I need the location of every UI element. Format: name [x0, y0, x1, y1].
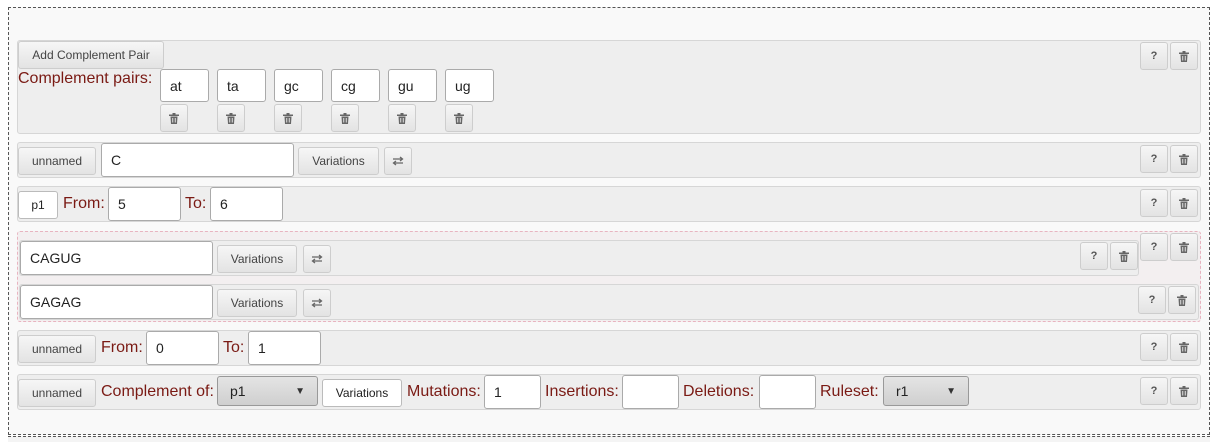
variations-button[interactable]: Variations [217, 245, 297, 273]
help-button[interactable]: ? [1140, 377, 1168, 405]
delete-pair-button[interactable] [331, 104, 359, 132]
complement-pair-input[interactable]: gu [388, 69, 437, 102]
ruleset-select[interactable]: r1 ▼ [883, 376, 969, 406]
name-button[interactable]: p1 [18, 191, 58, 219]
swap-button[interactable] [303, 289, 331, 317]
help-button[interactable]: ? [1140, 189, 1168, 217]
trash-icon [1179, 154, 1189, 165]
variations-button[interactable]: Variations [217, 289, 297, 317]
complement-of-value: p1 [230, 383, 246, 399]
trash-icon [169, 113, 179, 124]
swap-button[interactable] [303, 245, 331, 273]
deletions-input[interactable] [759, 375, 816, 409]
delete-pair-button[interactable] [274, 104, 302, 132]
complement-of-label: Complement of: [101, 383, 214, 400]
trash-icon [397, 113, 407, 124]
delete-pair-button[interactable] [388, 104, 416, 132]
mutations-label: Mutations: [407, 383, 481, 400]
trash-icon [283, 113, 293, 124]
complement-of-select[interactable]: p1 ▼ [217, 376, 318, 406]
delete-pair-button[interactable] [160, 104, 188, 132]
delete-row-button[interactable] [1170, 189, 1198, 217]
delete-row-button[interactable] [1170, 333, 1198, 361]
chevron-down-icon: ▼ [946, 385, 956, 397]
complement-pair-input[interactable]: ug [445, 69, 494, 102]
trash-icon [1179, 51, 1189, 62]
delete-group-button[interactable] [1170, 233, 1198, 261]
delete-pair-button[interactable] [217, 104, 245, 132]
delete-row-button[interactable] [1110, 242, 1138, 270]
swap-arrows-icon [311, 254, 323, 264]
to-input[interactable]: 1 [248, 331, 321, 365]
trash-icon [1179, 342, 1189, 353]
complement-pair-input[interactable]: cg [331, 69, 380, 102]
trash-icon [454, 113, 464, 124]
mutations-input[interactable]: 1 [484, 375, 541, 409]
help-button[interactable]: ? [1140, 42, 1168, 70]
add-complement-pair-button[interactable]: Add Complement Pair [18, 41, 164, 69]
swap-arrows-icon [392, 156, 404, 166]
name-button[interactable]: unnamed [18, 147, 96, 175]
insertions-label: Insertions: [545, 383, 619, 400]
delete-pair-button[interactable] [445, 104, 473, 132]
from-label: From: [63, 195, 105, 212]
help-button[interactable]: ? [1080, 242, 1108, 270]
insertions-input[interactable] [622, 375, 679, 409]
trash-icon [340, 113, 350, 124]
name-button[interactable]: unnamed [18, 335, 96, 363]
from-label: From: [101, 339, 143, 356]
help-button[interactable]: ? [1138, 286, 1166, 314]
delete-row-button[interactable] [1170, 42, 1198, 70]
from-input[interactable]: 0 [146, 331, 219, 365]
complement-pair-input[interactable]: at [160, 69, 209, 102]
complement-pair-input[interactable]: gc [274, 69, 323, 102]
next-container-edge [8, 436, 1210, 442]
sequence-input[interactable]: GAGAG [20, 285, 213, 319]
trash-icon [1179, 386, 1189, 397]
from-input[interactable]: 5 [108, 187, 181, 221]
to-input[interactable]: 6 [210, 187, 283, 221]
ruleset-value: r1 [896, 383, 909, 399]
swap-arrows-icon [311, 298, 323, 308]
variations-button[interactable]: Variations [322, 379, 402, 407]
sequence-input[interactable]: CAGUG [20, 241, 213, 275]
sequence-input[interactable]: C [101, 143, 294, 177]
complement-pairs-label: Complement pairs: [18, 70, 153, 87]
help-button[interactable]: ? [1140, 333, 1168, 361]
name-button[interactable]: unnamed [18, 379, 96, 407]
trash-icon [1177, 295, 1187, 306]
help-button[interactable]: ? [1140, 145, 1168, 173]
to-label: To: [185, 195, 207, 212]
swap-button[interactable] [384, 147, 412, 175]
complement-pair-input[interactable]: ta [217, 69, 266, 102]
trash-icon [1179, 198, 1189, 209]
delete-row-button[interactable] [1170, 377, 1198, 405]
trash-icon [1119, 251, 1129, 262]
chevron-down-icon: ▼ [295, 385, 305, 397]
variations-button[interactable]: Variations [298, 147, 379, 175]
trash-icon [226, 113, 236, 124]
delete-row-button[interactable] [1168, 286, 1196, 314]
ruleset-label: Ruleset: [820, 383, 879, 400]
delete-row-button[interactable] [1170, 145, 1198, 173]
to-label: To: [223, 339, 245, 356]
deletions-label: Deletions: [683, 383, 755, 400]
help-button[interactable]: ? [1140, 233, 1168, 261]
trash-icon [1179, 242, 1189, 253]
